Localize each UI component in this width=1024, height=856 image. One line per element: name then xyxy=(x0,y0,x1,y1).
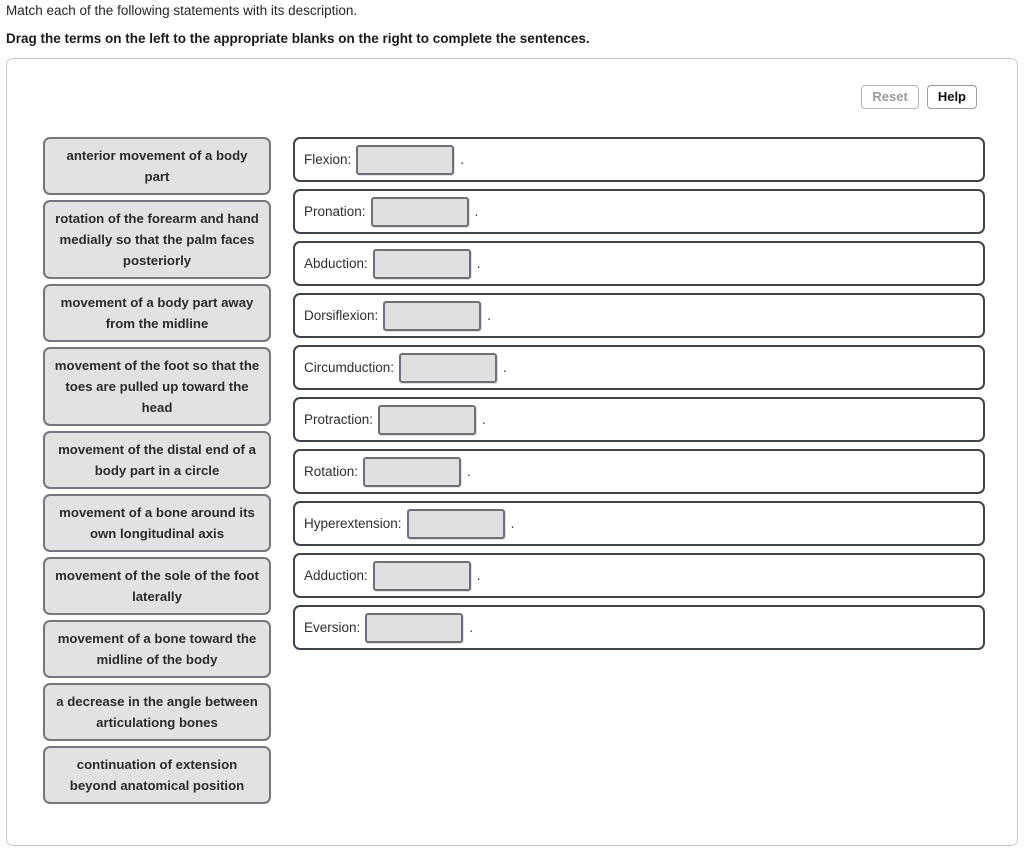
bank-label: Eversion: xyxy=(304,620,361,635)
bank-row: Rotation:. xyxy=(293,449,985,494)
bank-period: . xyxy=(487,308,492,323)
matching-exercise-page: Match each of the following statements w… xyxy=(0,0,1024,856)
bank-row: Pronation:. xyxy=(293,189,985,234)
bank-label: Flexion: xyxy=(304,152,352,167)
bank-row: Eversion:. xyxy=(293,605,985,650)
banks-column: Flexion:. Pronation:. Abduction:. Dorsiflex… xyxy=(293,137,985,657)
term-tile[interactable]: rotation of the forearm and hand mediall… xyxy=(43,200,271,279)
term-tile[interactable]: movement of the foot so that the toes ar… xyxy=(43,347,271,426)
drop-blank[interactable] xyxy=(365,612,464,643)
bank-row: Abduction:. xyxy=(293,241,985,286)
drop-blank[interactable] xyxy=(378,404,477,435)
bank-period: . xyxy=(476,256,481,271)
bank-period: . xyxy=(476,568,481,583)
bank-period: . xyxy=(460,152,465,167)
bank-label: Rotation: xyxy=(304,464,359,479)
term-tile[interactable]: movement of the sole of the foot lateral… xyxy=(43,557,271,615)
drop-blank[interactable] xyxy=(356,144,455,175)
drop-blank[interactable] xyxy=(370,196,469,227)
toolbar: Reset Help xyxy=(861,85,977,109)
drop-blank[interactable] xyxy=(406,508,505,539)
help-button[interactable]: Help xyxy=(926,85,977,109)
drop-blank[interactable] xyxy=(363,456,462,487)
bank-period: . xyxy=(467,464,471,479)
bank-row: Circumduction:. xyxy=(293,345,985,390)
term-tile[interactable]: movement of the distal end of a body par… xyxy=(43,431,271,489)
drop-blank[interactable] xyxy=(399,352,498,383)
term-tile[interactable]: movement of a body part away from the mi… xyxy=(43,284,271,342)
instruction-primary: Match each of the following statements w… xyxy=(6,3,358,18)
bank-row: Protraction:. xyxy=(293,397,985,442)
bank-label: Abduction: xyxy=(304,256,368,271)
reset-button[interactable]: Reset xyxy=(861,85,919,109)
terms-column: anterior movement of a body part rotation… xyxy=(43,137,271,809)
term-tile[interactable]: continuation of extension beyond anatomi… xyxy=(43,746,271,804)
bank-label: Pronation: xyxy=(304,204,366,219)
bank-period: . xyxy=(503,360,507,375)
bank-period: . xyxy=(510,516,515,531)
term-tile[interactable]: movement of a bone toward the midline of… xyxy=(43,620,271,678)
activity-panel: Reset Help anterior movement of a body p… xyxy=(6,58,1018,846)
term-tile[interactable]: a decrease in the angle between articula… xyxy=(43,683,271,741)
bank-period: . xyxy=(474,204,479,219)
bank-row: Hyperextension:. xyxy=(293,501,985,546)
bank-label: Circumduction: xyxy=(304,360,395,375)
drop-blank[interactable] xyxy=(372,560,471,591)
bank-label: Protraction: xyxy=(304,412,374,427)
bank-label: Dorsiflexion: xyxy=(304,308,379,323)
bank-period: . xyxy=(469,620,474,635)
bank-row: Dorsiflexion:. xyxy=(293,293,985,338)
bank-label: Hyperextension: xyxy=(304,516,402,531)
bank-row: Adduction:. xyxy=(293,553,985,598)
bank-period: . xyxy=(482,412,486,427)
term-tile[interactable]: anterior movement of a body part xyxy=(43,137,271,195)
drop-blank[interactable] xyxy=(383,300,482,331)
drop-blank[interactable] xyxy=(372,248,471,279)
term-tile[interactable]: movement of a bone around its own longit… xyxy=(43,494,271,552)
bank-label: Adduction: xyxy=(304,568,368,583)
bank-row: Flexion:. xyxy=(293,137,985,182)
instruction-secondary: Drag the terms on the left to the approp… xyxy=(6,31,590,46)
